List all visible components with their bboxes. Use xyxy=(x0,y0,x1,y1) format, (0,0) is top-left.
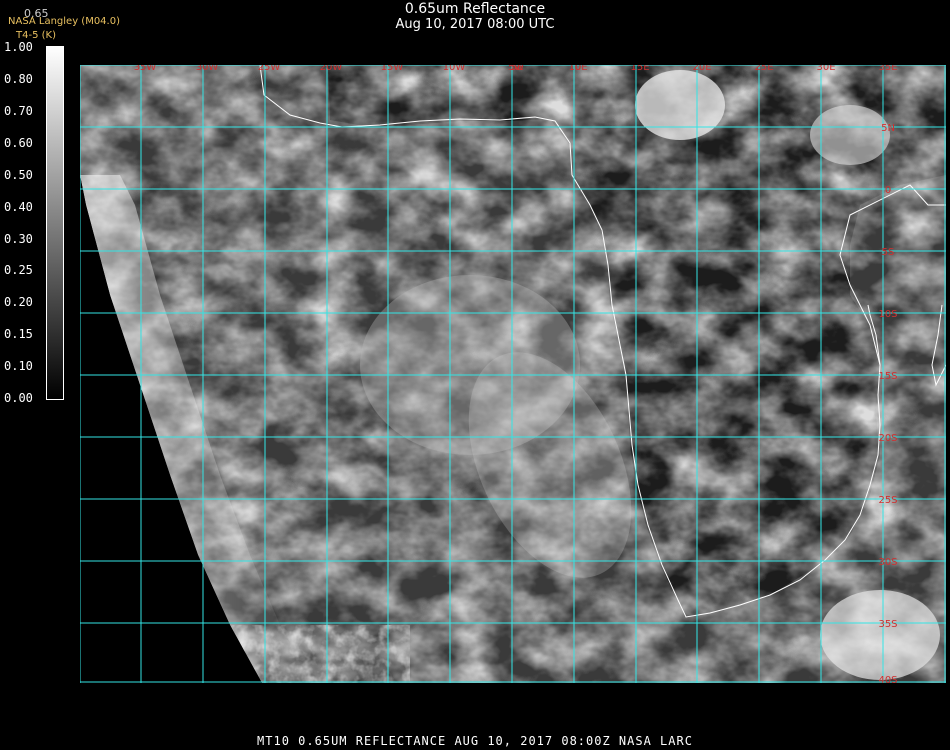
lat-label: 25S xyxy=(878,495,897,506)
lat-label: 35S xyxy=(878,619,897,630)
satellite-map: 35W 30W 25W 20W 15W 10W 5W 0 5E 10E 15E … xyxy=(80,65,946,683)
lon-label: 20W xyxy=(320,65,343,73)
colorbar xyxy=(46,46,64,400)
satellite-image: 35W 30W 25W 20W 15W 10W 5W 0 5E 10E 15E … xyxy=(80,65,946,683)
lon-label: 25E xyxy=(754,65,773,73)
lat-label: 40S xyxy=(878,675,897,683)
colorbar-label: 0.50 xyxy=(4,168,33,182)
colorbar-label: 0.80 xyxy=(4,72,33,86)
colorbar-label: 0.00 xyxy=(4,391,33,405)
colorbar-label: 0.30 xyxy=(4,232,33,246)
lat-label: 30S xyxy=(878,557,897,568)
colorbar-label: 0.40 xyxy=(4,200,33,214)
lon-label: 35E xyxy=(878,65,897,73)
colorbar-label: 0.60 xyxy=(4,136,33,150)
colorbar-label: 1.00 xyxy=(4,40,33,54)
lon-label: 10E xyxy=(568,65,587,73)
org-label: NASA Langley (M04.0) xyxy=(8,16,120,27)
lat-label: 5S xyxy=(882,247,895,258)
colorbar-label: 0.25 xyxy=(4,263,33,277)
lon-label: 15W xyxy=(381,65,404,73)
lon-label: 20E xyxy=(692,65,711,73)
lon-label: 10W xyxy=(443,65,466,73)
lat-label: 15S xyxy=(878,371,897,382)
footer-caption: MT10 0.65UM REFLECTANCE AUG 10, 2017 08:… xyxy=(257,734,693,748)
lon-label: 30W xyxy=(196,65,219,73)
colorbar-label: 0.70 xyxy=(4,104,33,118)
lon-label: 30E xyxy=(816,65,835,73)
lat-label: 0 xyxy=(885,185,891,196)
lon-label: 5E xyxy=(511,65,524,73)
colorbar-label: 0.10 xyxy=(4,359,33,373)
lat-label: 5N xyxy=(881,123,895,134)
colorbar-label: 0.15 xyxy=(4,327,33,341)
lat-label: 20S xyxy=(878,433,897,444)
image-title: 0.65um Reflectance xyxy=(404,1,546,17)
image-timestamp: Aug 10, 2017 08:00 UTC xyxy=(395,17,555,32)
colorbar-label: 0.20 xyxy=(4,295,33,309)
lon-label: 25W xyxy=(258,65,281,73)
lon-label: 35W xyxy=(134,65,157,73)
lat-label: 10S xyxy=(878,309,897,320)
lon-label: 15E xyxy=(630,65,649,73)
